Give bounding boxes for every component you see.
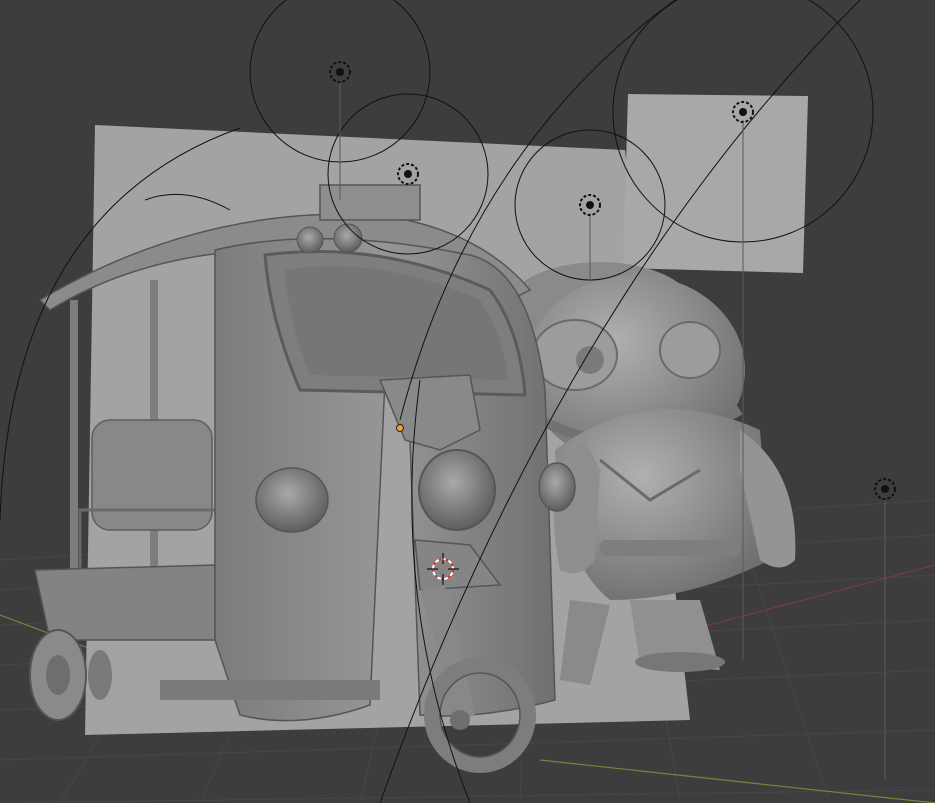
tuk-tuk-vehicle[interactable]: [29, 184, 576, 773]
3d-viewport[interactable]: [0, 0, 935, 803]
object-origin-icon[interactable]: [396, 424, 404, 432]
backdrop-plane-upper-right[interactable]: [623, 94, 808, 273]
